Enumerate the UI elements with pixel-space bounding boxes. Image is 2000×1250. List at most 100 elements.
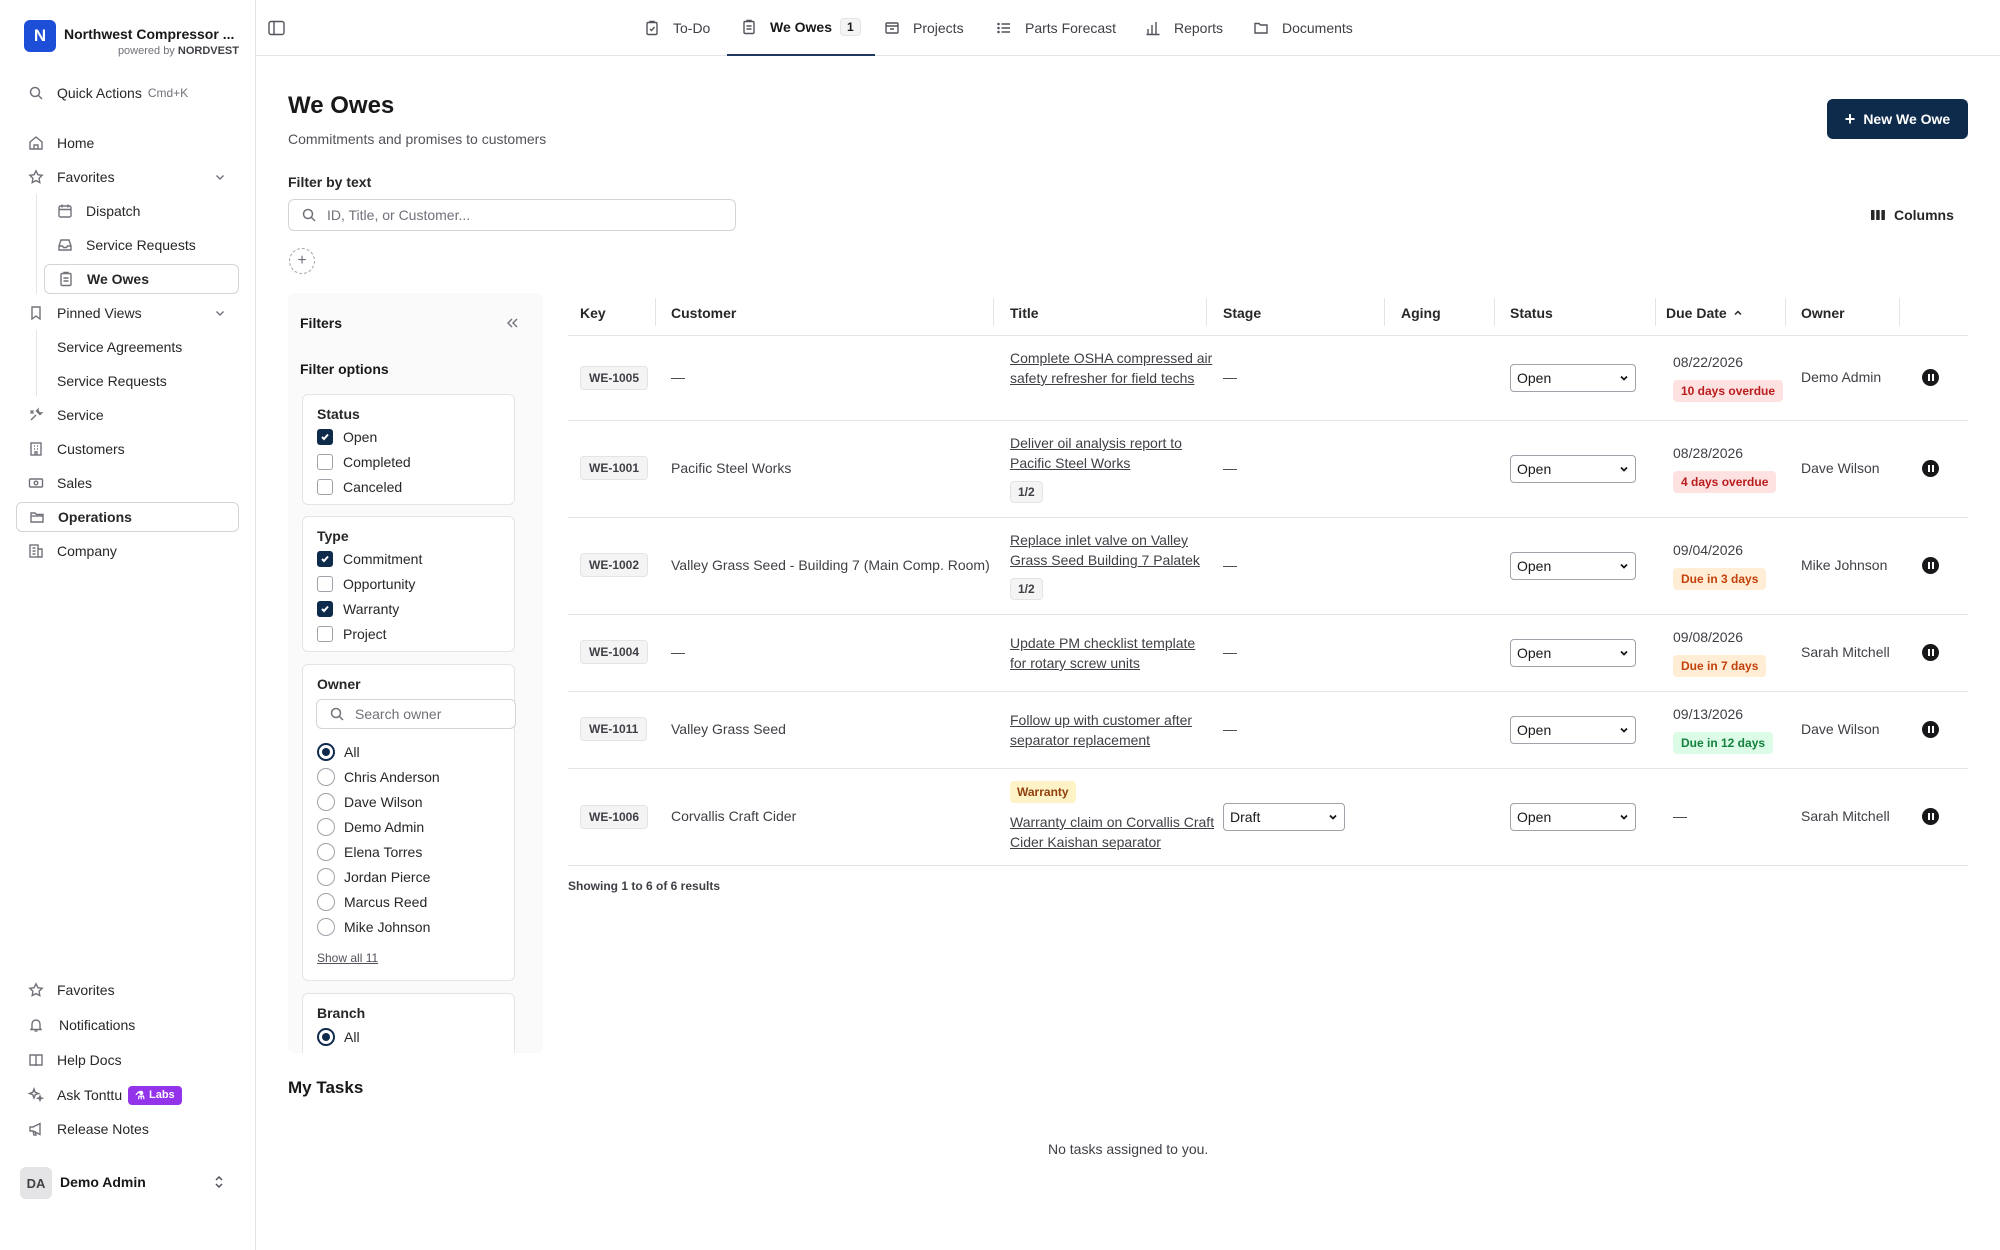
- sidebar-item-service-requests[interactable]: Service Requests: [44, 230, 239, 260]
- brand-logo[interactable]: N: [24, 20, 56, 52]
- columns-button[interactable]: Columns: [1870, 205, 1954, 225]
- owner-search-input[interactable]: [355, 706, 504, 722]
- tab-documents[interactable]: Documents: [1253, 0, 1353, 56]
- tab-todo[interactable]: To-Do: [644, 0, 710, 56]
- sidebar-bottom-favorites[interactable]: Favorites: [16, 975, 239, 1005]
- sidebar-release-notes[interactable]: Release Notes: [16, 1114, 239, 1144]
- row-key-badge[interactable]: WE-1006: [580, 805, 649, 829]
- status-option-completed[interactable]: Completed: [317, 454, 411, 470]
- row-status-select[interactable]: Open: [1510, 639, 1636, 667]
- row-title-link[interactable]: Follow up with customer after separator …: [1010, 710, 1215, 750]
- chevron-up-down-icon[interactable]: [212, 1174, 226, 1190]
- column-header-aging[interactable]: Aging: [1401, 302, 1441, 324]
- collapse-icon[interactable]: [504, 315, 520, 331]
- column-header-customer[interactable]: Customer: [671, 302, 736, 324]
- checkbox-checked[interactable]: [317, 429, 333, 445]
- sidebar-item-home[interactable]: Home: [16, 128, 239, 158]
- checkbox-checked[interactable]: [317, 601, 333, 617]
- row-title-link[interactable]: Complete OSHA compressed air safety refr…: [1010, 348, 1215, 388]
- row-key-badge[interactable]: WE-1005: [580, 366, 649, 390]
- owner-option[interactable]: Mike Johnson: [317, 918, 430, 936]
- checkbox-checked[interactable]: [317, 551, 333, 567]
- row-status-select[interactable]: Open: [1510, 552, 1636, 580]
- owner-search-field[interactable]: [316, 699, 516, 729]
- owner-option[interactable]: Demo Admin: [317, 818, 424, 836]
- branch-option-all[interactable]: All: [317, 1028, 360, 1046]
- sidebar-item-company[interactable]: Company: [16, 536, 239, 566]
- sidebar-item-dispatch[interactable]: Dispatch: [44, 196, 239, 226]
- sidebar-help-docs[interactable]: Help Docs: [16, 1045, 239, 1075]
- row-key-badge[interactable]: WE-1001: [580, 456, 649, 480]
- sidebar-notifications[interactable]: Notifications: [16, 1010, 239, 1040]
- type-option-commitment[interactable]: Commitment: [317, 551, 422, 567]
- radio-selected[interactable]: [317, 743, 335, 761]
- row-status-select[interactable]: Open: [1510, 455, 1636, 483]
- sidebar-item-pinned-service-requests[interactable]: Service Requests: [44, 366, 239, 396]
- add-filter-button[interactable]: +: [289, 248, 315, 274]
- sidebar-item-we-owes[interactable]: We Owes: [44, 264, 239, 294]
- brand-name[interactable]: Northwest Compressor ...: [64, 26, 234, 42]
- pause-icon[interactable]: [1922, 721, 1939, 738]
- sidebar-ask-tonttu[interactable]: Ask Tonttu ⚗ Labs: [16, 1080, 239, 1110]
- column-header-title[interactable]: Title: [1010, 302, 1039, 324]
- pause-icon[interactable]: [1922, 644, 1939, 661]
- status-option-open[interactable]: Open: [317, 429, 377, 445]
- checkbox[interactable]: [317, 576, 333, 592]
- column-divider[interactable]: [993, 298, 994, 326]
- sidebar-item-operations[interactable]: Operations: [16, 502, 239, 532]
- pause-icon[interactable]: [1922, 369, 1939, 386]
- sidebar-item-favorites[interactable]: Favorites: [16, 162, 239, 192]
- row-title-link[interactable]: Warranty claim on Corvallis Craft Cider …: [1010, 812, 1215, 852]
- pause-icon[interactable]: [1922, 460, 1939, 477]
- filter-text-field[interactable]: [288, 199, 736, 231]
- sidebar-item-sales[interactable]: Sales: [16, 468, 239, 498]
- column-divider[interactable]: [1384, 298, 1385, 326]
- pause-icon[interactable]: [1922, 557, 1939, 574]
- radio[interactable]: [317, 793, 335, 811]
- chevron-down-icon[interactable]: [213, 170, 227, 184]
- checkbox[interactable]: [317, 454, 333, 470]
- show-all-owners-link[interactable]: Show all 11: [317, 951, 378, 965]
- column-divider[interactable]: [1785, 298, 1786, 326]
- owner-option[interactable]: Marcus Reed: [317, 893, 427, 911]
- column-divider[interactable]: [1655, 298, 1656, 326]
- chevron-down-icon[interactable]: [213, 306, 227, 320]
- row-key-badge[interactable]: WE-1002: [580, 553, 649, 577]
- row-key-badge[interactable]: WE-1011: [580, 717, 648, 741]
- column-header-owner[interactable]: Owner: [1801, 302, 1845, 324]
- avatar[interactable]: DA: [20, 1167, 52, 1199]
- tab-parts-forecast[interactable]: Parts Forecast: [996, 0, 1116, 56]
- column-divider[interactable]: [655, 298, 656, 326]
- tab-projects[interactable]: Projects: [884, 0, 964, 56]
- radio[interactable]: [317, 768, 335, 786]
- tab-reports[interactable]: Reports: [1145, 0, 1223, 56]
- column-divider[interactable]: [1206, 298, 1207, 326]
- type-option-warranty[interactable]: Warranty: [317, 601, 399, 617]
- sidebar-item-service-agreements[interactable]: Service Agreements: [44, 332, 239, 362]
- owner-option-all[interactable]: All: [317, 743, 360, 761]
- column-header-key[interactable]: Key: [580, 302, 606, 324]
- new-we-owe-button[interactable]: + New We Owe: [1827, 99, 1968, 139]
- tab-we-owes[interactable]: We Owes 1: [727, 0, 875, 56]
- type-option-opportunity[interactable]: Opportunity: [317, 576, 415, 592]
- column-header-due-date[interactable]: Due Date: [1666, 302, 1744, 324]
- sidebar-toggle-icon[interactable]: [268, 20, 285, 36]
- row-key-badge[interactable]: WE-1004: [580, 640, 649, 664]
- owner-option[interactable]: Chris Anderson: [317, 768, 440, 786]
- sidebar-item-customers[interactable]: Customers: [16, 434, 239, 464]
- row-stage-select[interactable]: Draft: [1223, 803, 1345, 831]
- checkbox[interactable]: [317, 479, 333, 495]
- owner-option[interactable]: Elena Torres: [317, 843, 422, 861]
- user-name[interactable]: Demo Admin: [60, 1174, 146, 1190]
- row-status-select[interactable]: Open: [1510, 803, 1636, 831]
- checkbox[interactable]: [317, 626, 333, 642]
- row-title-link[interactable]: Update PM checklist template for rotary …: [1010, 633, 1215, 673]
- quick-actions[interactable]: Quick Actions Cmd+K: [16, 78, 239, 108]
- row-title-link[interactable]: Deliver oil analysis report to Pacific S…: [1010, 433, 1215, 473]
- column-header-status[interactable]: Status: [1510, 302, 1553, 324]
- column-divider[interactable]: [1494, 298, 1495, 326]
- row-status-select[interactable]: Open: [1510, 716, 1636, 744]
- filter-text-input[interactable]: [327, 207, 675, 223]
- radio[interactable]: [317, 868, 335, 886]
- radio[interactable]: [317, 918, 335, 936]
